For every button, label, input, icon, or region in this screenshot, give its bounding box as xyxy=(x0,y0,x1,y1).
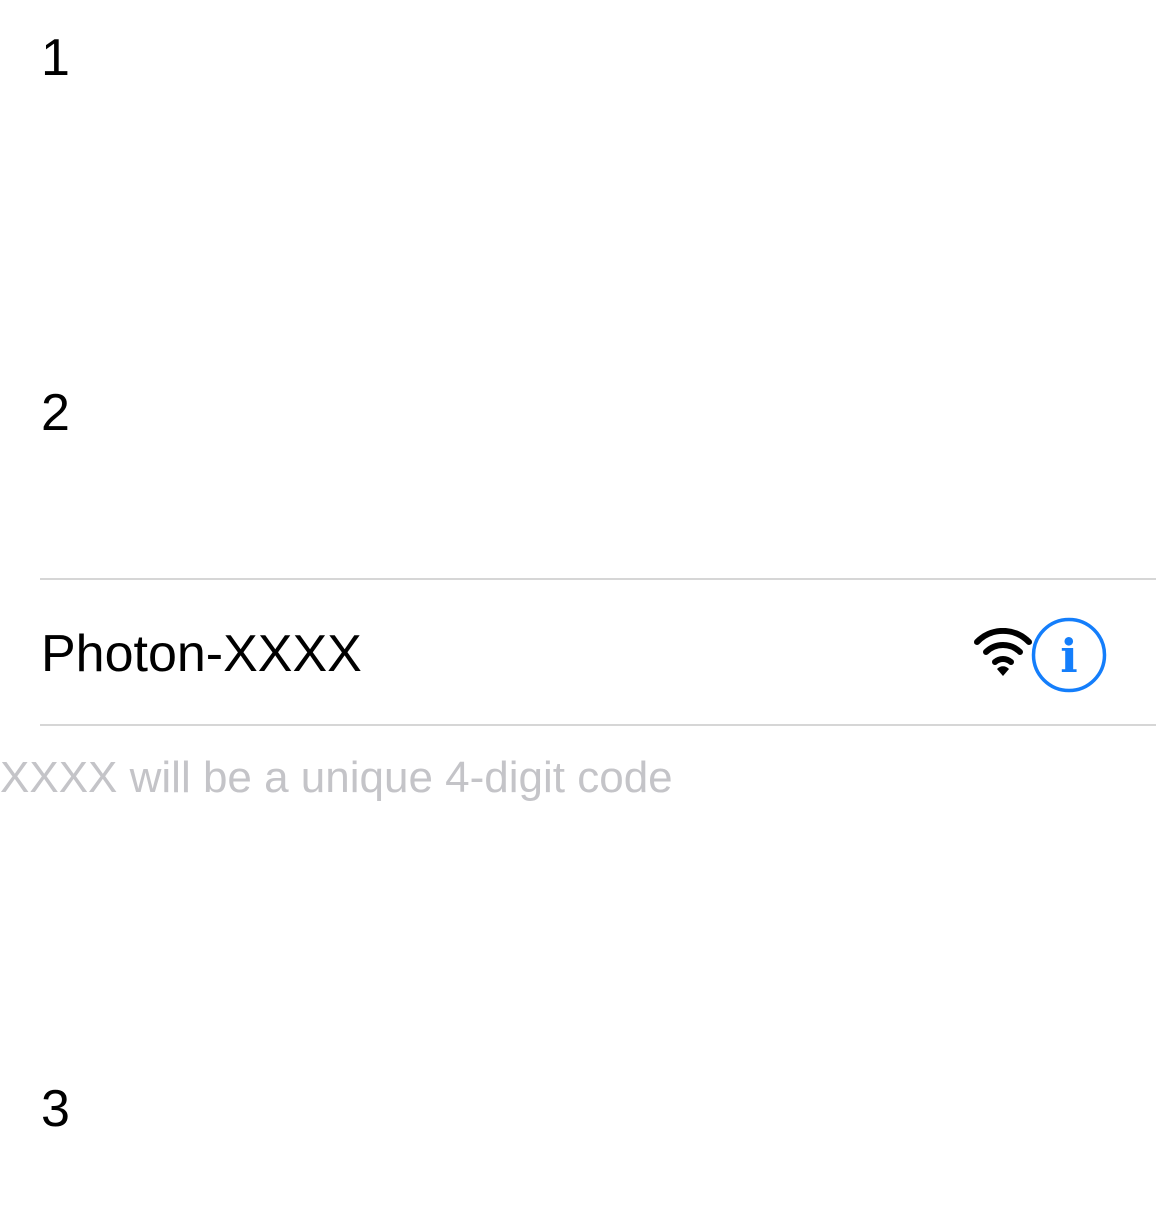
network-name: Photon-XXXX xyxy=(41,625,362,683)
info-icon: i xyxy=(1031,617,1107,693)
step-number-3: 3 xyxy=(41,1080,70,1138)
wifi-network-row[interactable]: Photon-XXXX i xyxy=(40,578,1156,726)
info-glyph: i xyxy=(1060,629,1077,683)
step-number-2: 2 xyxy=(41,384,70,442)
hint-text: XXXX will be a unique 4-digit code xyxy=(0,753,673,802)
info-button[interactable]: i xyxy=(1031,617,1107,693)
step-number-1: 1 xyxy=(41,29,70,87)
wifi-icon xyxy=(974,627,1032,678)
